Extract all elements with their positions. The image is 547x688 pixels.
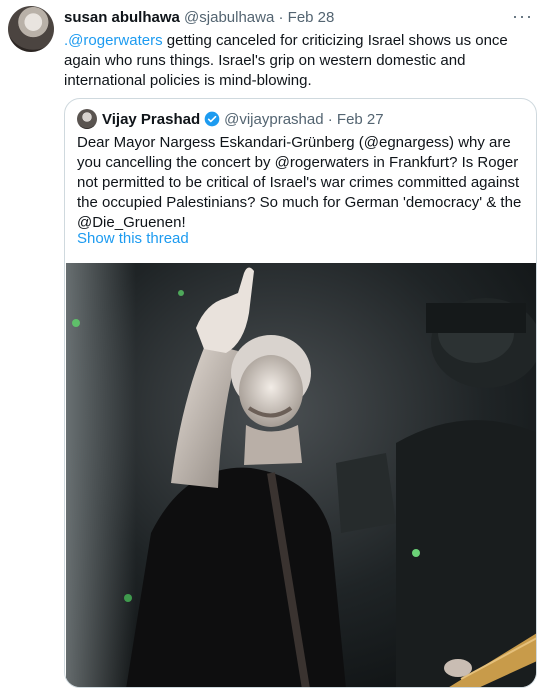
quoted-author-name: Vijay Prashad <box>102 110 201 128</box>
date-separator: · <box>278 9 284 26</box>
mention-link[interactable]: .@rogerwaters <box>64 32 163 49</box>
quoted-tweet-text: Dear Mayor Nargess Eskandari-Grünberg (@… <box>77 134 522 231</box>
verified-badge-icon <box>204 111 220 127</box>
tweet-header: susan abulhawa @sjabulhawa · Feb 28 <box>64 9 334 26</box>
concert-photo[interactable] <box>66 263 537 688</box>
author-avatar[interactable] <box>8 6 54 52</box>
more-options-icon[interactable]: ··· <box>512 6 533 27</box>
author-handle[interactable]: @sjabulhawa <box>184 9 274 26</box>
quoted-tweet[interactable]: Vijay Prashad @vijayprashad · Feb 27 Dea… <box>64 98 537 688</box>
tweet-text: .@rogerwaters getting canceled for criti… <box>64 31 534 91</box>
show-thread-link[interactable]: Show this thread <box>77 230 189 247</box>
quoted-date-separator: · <box>323 110 337 128</box>
author-name[interactable]: susan abulhawa <box>64 9 180 26</box>
quoted-tweet-date: Feb 27 <box>336 110 384 128</box>
quoted-author-avatar <box>77 109 97 129</box>
quoted-tweet-header: Vijay Prashad @vijayprashad · Feb 27 <box>77 109 384 129</box>
tweet-date[interactable]: Feb 28 <box>288 9 335 26</box>
quoted-author-handle: @vijayprashad <box>224 110 324 128</box>
